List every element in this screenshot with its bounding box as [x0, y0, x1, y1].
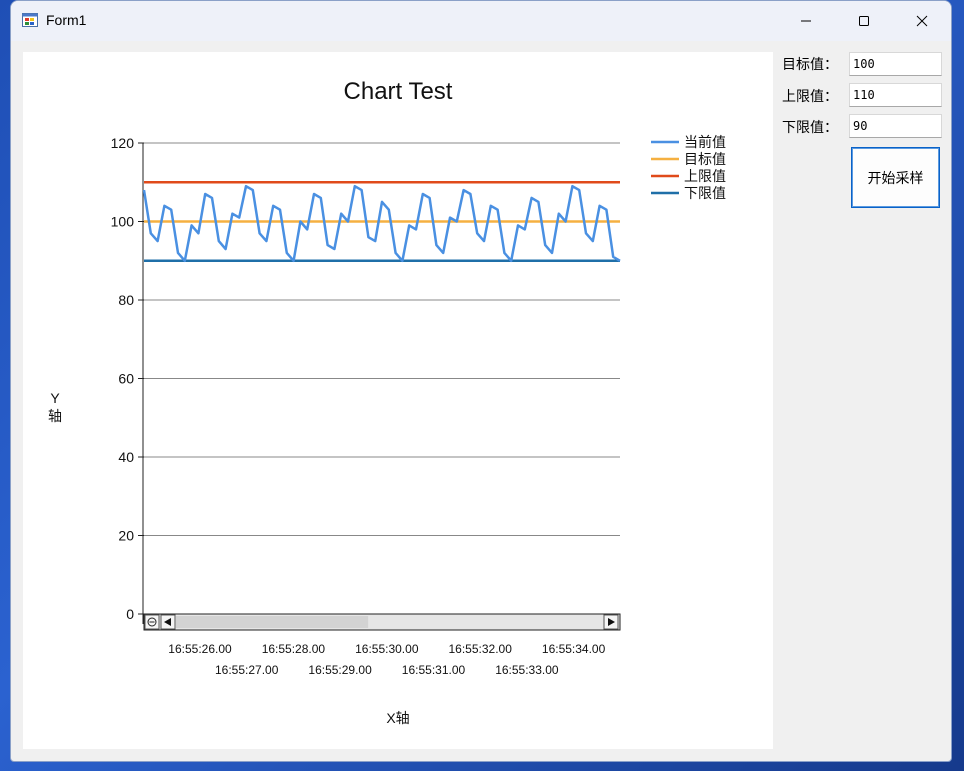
x-tick-label: 16:55:28.00	[262, 642, 326, 656]
x-axis-label: X轴	[386, 710, 409, 726]
y-axis-ticks: 0 20 40 60 80 100 120	[111, 135, 144, 622]
start-sampling-button[interactable]: 开始采样	[851, 147, 940, 208]
x-tick-label: 16:55:30.00	[355, 642, 419, 656]
x-tick-label: 16:55:27.00	[215, 663, 279, 677]
x-tick-label: 16:55:26.00	[168, 642, 232, 656]
lower-limit-input[interactable]	[849, 114, 942, 138]
legend-label: 上限值	[684, 168, 726, 184]
scroll-right-arrow-icon[interactable]	[603, 614, 619, 630]
y-tick-label: 120	[111, 135, 135, 151]
legend-label: 下限值	[684, 185, 726, 201]
x-scrollbar[interactable]	[143, 613, 621, 631]
upper-limit-input[interactable]	[849, 83, 942, 107]
title-bar[interactable]: Form1	[11, 1, 951, 41]
form-app-icon	[22, 13, 38, 27]
minimize-button[interactable]	[777, 1, 835, 41]
y-tick-label: 100	[111, 214, 135, 230]
x-tick-label: 16:55:31.00	[402, 663, 466, 677]
maximize-button[interactable]	[835, 1, 893, 41]
scroll-left-arrow-icon[interactable]	[160, 614, 176, 630]
x-tick-label: 16:55:29.00	[308, 663, 372, 677]
y-tick-label: 40	[118, 449, 134, 465]
y-axis-label-line1: Y	[50, 390, 60, 406]
zoom-reset-icon[interactable]	[144, 614, 160, 630]
chart-panel[interactable]: Chart Test 0 20 40 60 80 100 120 Y 轴 当前值 目标值 上限值…	[23, 52, 773, 749]
chart-title: Chart Test	[344, 78, 453, 105]
target-value-label: 目标值：	[782, 57, 838, 73]
series-lines	[142, 181, 621, 263]
minimize-icon	[801, 20, 811, 22]
y-tick-label: 60	[118, 371, 134, 387]
x-axis-tick-labels: 16:55:26.00 16:55:27.00 16:55:28.00 16:55:2…	[168, 642, 605, 677]
x-tick-label: 16:55:32.00	[448, 642, 512, 656]
x-tick-label: 16:55:34.00	[542, 642, 606, 656]
y-axis-label-line2: 轴	[48, 408, 62, 424]
y-tick-label: 20	[118, 528, 134, 544]
legend: 当前值目标值上限值下限值	[651, 134, 726, 201]
app-window: Form1 Chart Test 0 20 40 60 80 100 120 Y 轴 当前值…	[10, 0, 952, 762]
close-icon	[916, 15, 928, 27]
lower-limit-label: 下限值：	[782, 120, 838, 136]
window-title: Form1	[46, 12, 87, 28]
y-tick-label: 0	[126, 606, 134, 622]
legend-label: 当前值	[684, 134, 726, 150]
upper-limit-label: 上限值：	[782, 89, 838, 105]
series-line-0	[142, 184, 621, 263]
target-value-input[interactable]	[849, 52, 942, 76]
line-chart: Chart Test 0 20 40 60 80 100 120 Y 轴 当前值目标值上限值…	[48, 78, 726, 726]
y-tick-label: 80	[118, 292, 134, 308]
scrollbar-thumb[interactable]	[176, 616, 369, 628]
maximize-icon	[859, 16, 869, 26]
close-button[interactable]	[893, 1, 951, 41]
legend-label: 目标值	[684, 151, 726, 167]
x-tick-label: 16:55:33.00	[495, 663, 559, 677]
